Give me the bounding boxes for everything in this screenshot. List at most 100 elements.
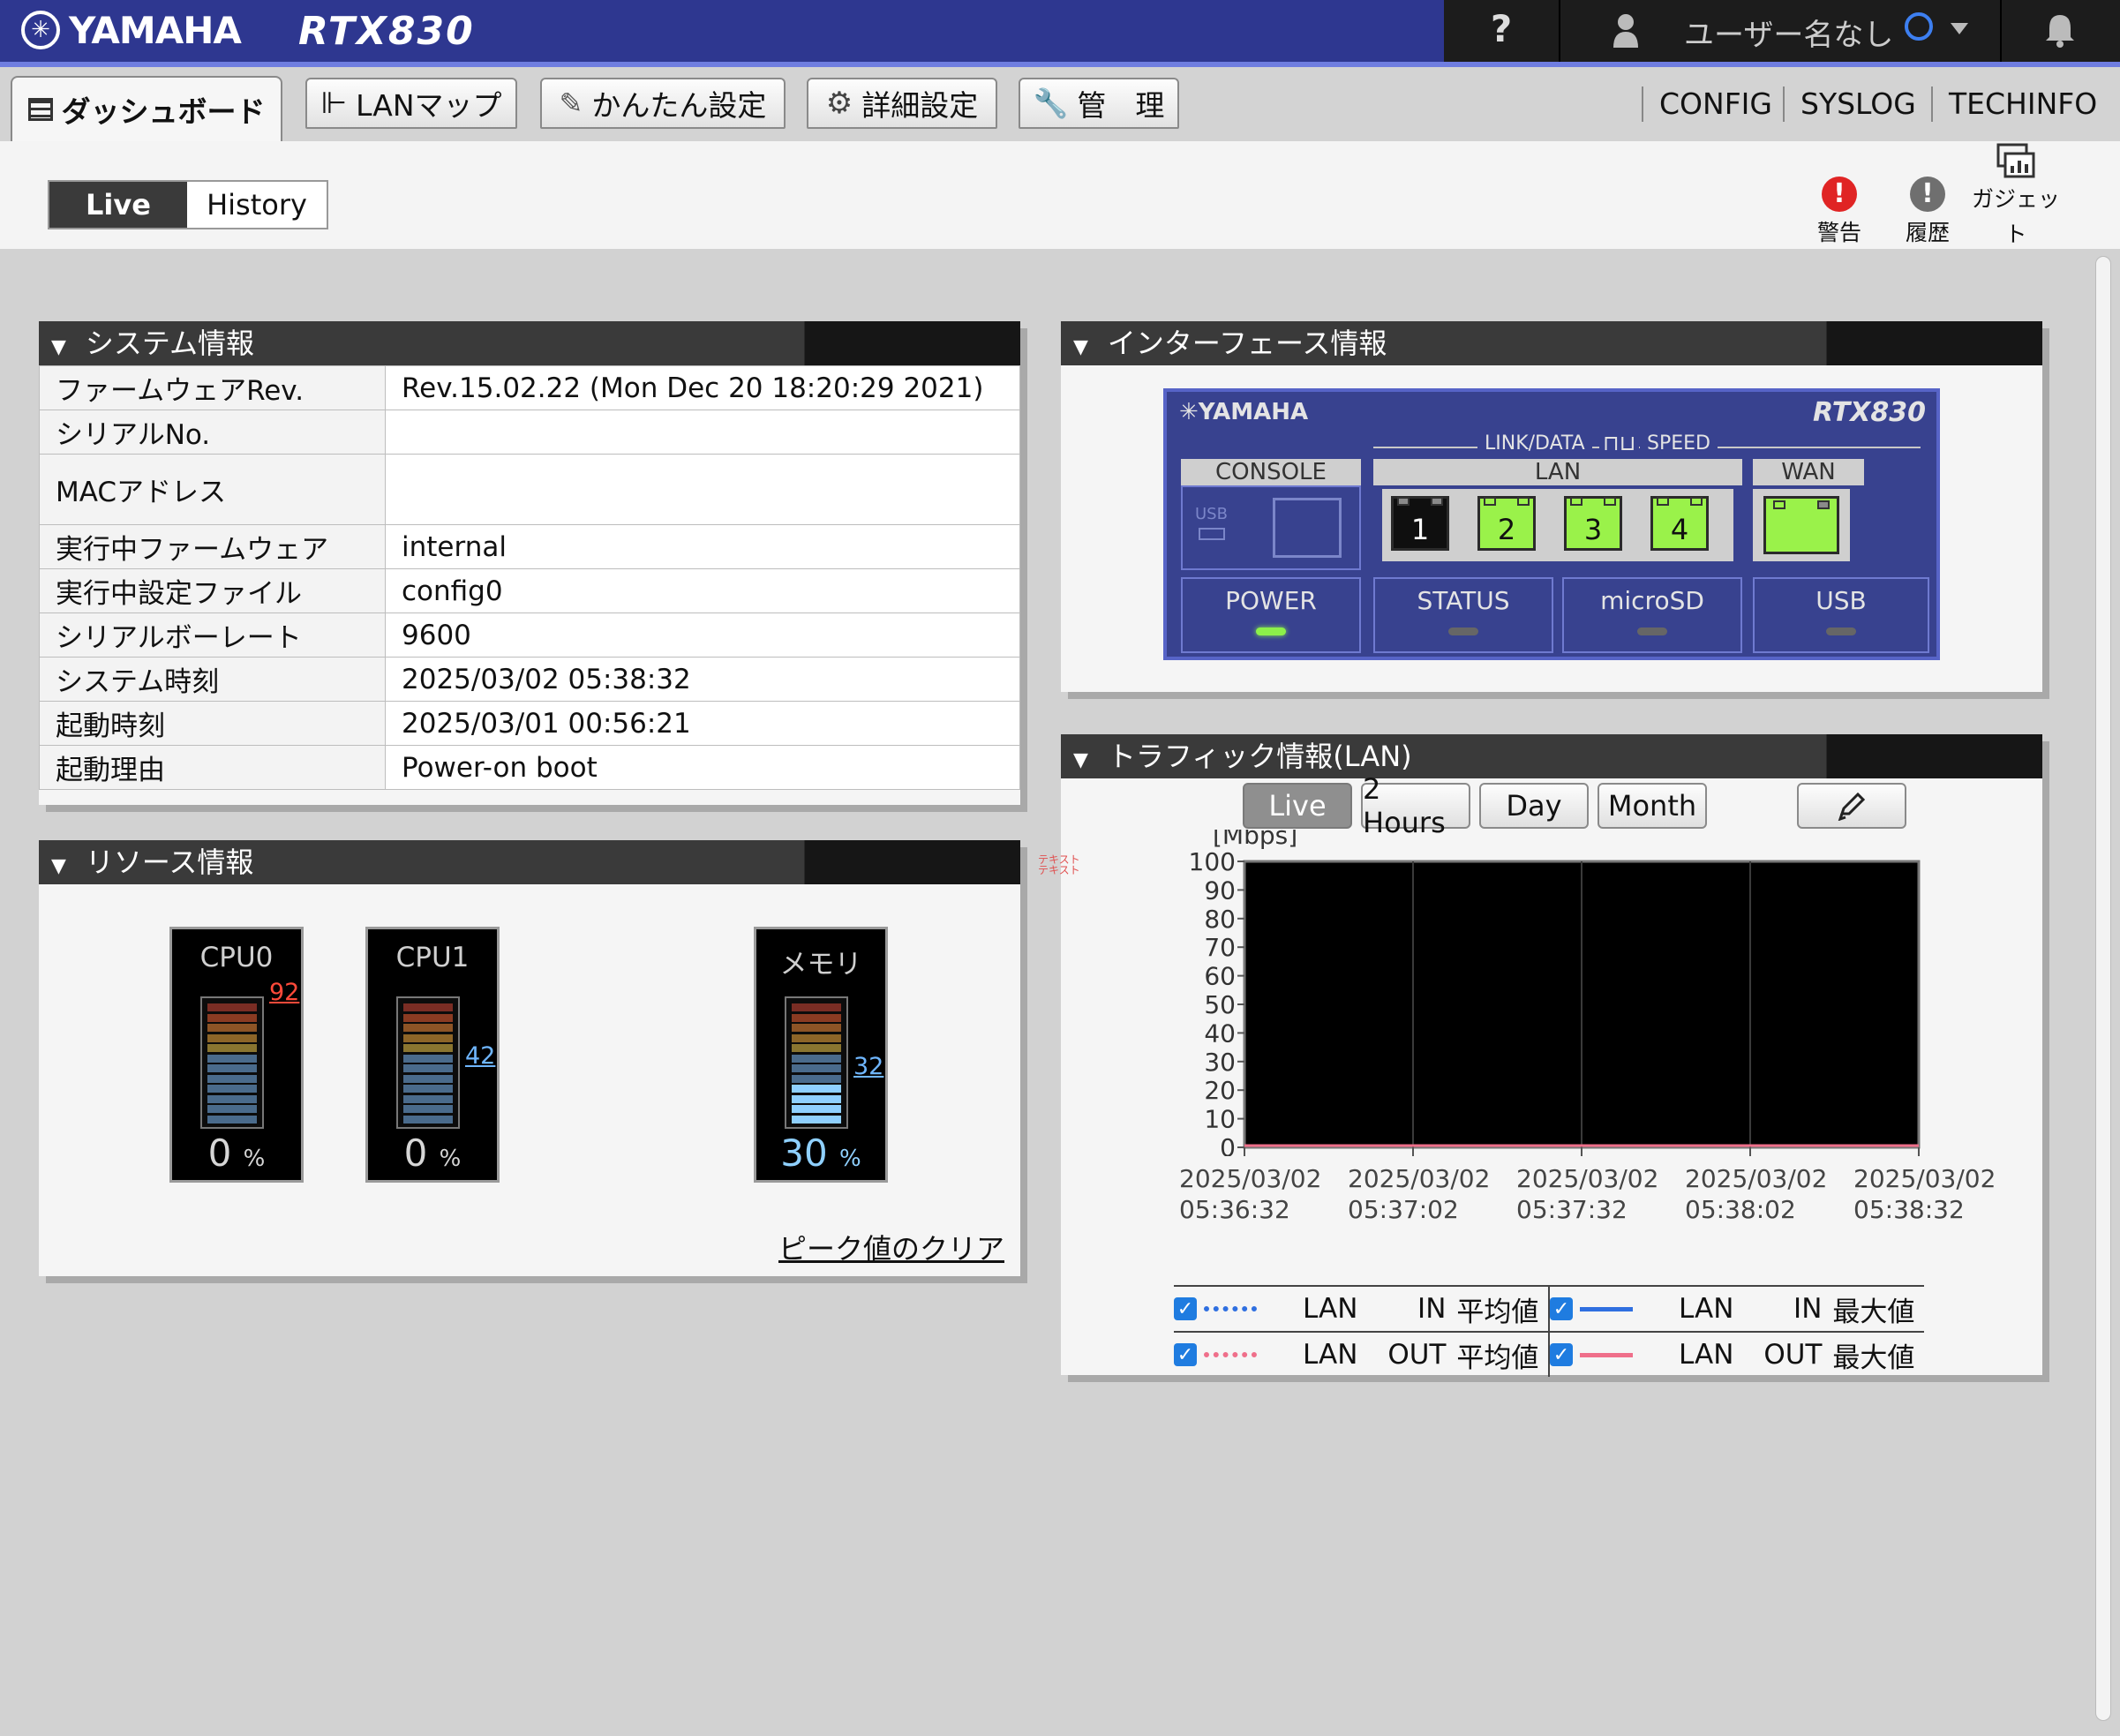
device-brand: ✳YAMAHA [1179, 399, 1309, 425]
speed-label: SPEED [1640, 432, 1718, 455]
warning-button[interactable]: ! 警告 [1815, 177, 1864, 247]
edit-chart-button[interactable] [1797, 783, 1906, 829]
usb-small-label: USB [1195, 505, 1228, 523]
lan-port-2[interactable]: 2 [1477, 496, 1536, 551]
tab-lan-map[interactable]: ⊩ LANマップ [305, 78, 517, 129]
history-log-button[interactable]: ! 履歴 [1903, 177, 1952, 247]
led-lamp [1637, 628, 1667, 635]
gauge-value: 30 % [780, 1131, 861, 1175]
led-usb: USB [1753, 577, 1929, 653]
history-label: 履歴 [1905, 220, 1950, 245]
gauge-segment [792, 1024, 841, 1032]
gauge-peak-marker: 92 [269, 979, 300, 1006]
table-row: シリアルボーレート 9600 [39, 612, 1020, 658]
brand-name: YAMAHA [69, 8, 242, 52]
gauge-segment [207, 1003, 257, 1011]
usb-port-icon [1199, 528, 1225, 540]
y-tick-label: 50 [1204, 990, 1236, 1019]
range-live-button[interactable]: Live [1243, 783, 1352, 829]
techinfo-link[interactable]: TECHINFO [1931, 86, 2097, 122]
range-2hours-button[interactable]: 2 Hours [1361, 772, 1470, 839]
warning-icon: ! [1822, 177, 1857, 212]
tab-advanced-settings[interactable]: ⚙ 詳細設定 [807, 78, 997, 129]
legend-item[interactable]: ✓ LAN OUT 平均値 [1174, 1331, 1548, 1377]
legend-interface: LAN [1303, 1339, 1358, 1371]
table-row: シリアルNo. [39, 410, 1020, 455]
scrollbar-thumb[interactable] [2095, 256, 2111, 1721]
gauge-segment [792, 1094, 841, 1103]
gauge-segment [792, 1013, 841, 1022]
row-value: Rev.15.02.22 (Mon Dec 20 18:20:29 2021) [385, 365, 1020, 410]
live-view-button[interactable]: Live [49, 182, 187, 228]
tab-management[interactable]: 🔧 管 理 [1019, 78, 1179, 129]
tab-easy-setup[interactable]: ✎ かんたん設定 [540, 78, 786, 129]
resource-info-header[interactable]: ▼ リソース情報 [39, 840, 1020, 884]
gauge-segment [792, 1054, 841, 1063]
syslog-link[interactable]: SYSLOG [1783, 86, 1916, 122]
range-month-button[interactable]: Month [1598, 783, 1707, 829]
legend-item[interactable]: ✓ LAN OUT 最大値 [1548, 1331, 1924, 1377]
legend-item[interactable]: ✓ LAN IN 最大値 [1548, 1285, 1924, 1331]
panel-title: インターフェース情報 [1107, 327, 1387, 360]
legend-stat: 最大値 [1832, 1341, 1915, 1374]
resource-info-panel: ▼ リソース情報 CPU0 92 0 % CPU1 42 0 % メモリ 32 30 % ピーク値… [39, 840, 1020, 1276]
tab-dashboard[interactable]: ダッシュボード [11, 76, 282, 141]
system-info-header[interactable]: ▼ システム情報 [39, 321, 1020, 365]
port-number: 2 [1497, 513, 1516, 546]
gauge-segment [207, 1074, 257, 1083]
chevron-down-icon[interactable] [1951, 23, 1968, 34]
port-led [1690, 497, 1703, 506]
gauge-segment [403, 1085, 453, 1093]
collapse-triangle-icon: ▼ [51, 855, 66, 877]
gauge-segment [207, 1033, 257, 1042]
interface-info-panel: ▼ インターフェース情報 ✳YAMAHA RTX830 LINK/DATA ⊓⊔ … [1061, 321, 2042, 692]
gauge-segment [403, 1003, 453, 1011]
port-led [1484, 497, 1496, 506]
gauge-segment [792, 1074, 841, 1083]
model-name: RTX830 [298, 9, 475, 54]
config-link[interactable]: CONFIG [1642, 86, 1772, 122]
y-tick-label: 30 [1204, 1048, 1236, 1077]
range-day-button[interactable]: Day [1479, 783, 1589, 829]
gauge-value: 0 % [403, 1131, 462, 1175]
clear-peak-link[interactable]: ピーク値のクリア [778, 1227, 1004, 1267]
dashboard-subheader: Live History ! 警告 ! 履歴 ガジェッ ト [0, 141, 2120, 249]
legend-checkbox[interactable]: ✓ [1174, 1297, 1197, 1320]
table-row: システム時刻 2025/03/02 05:38:32 [39, 657, 1020, 702]
legend-swatch [1580, 1306, 1633, 1311]
lan-port-1[interactable]: 1 [1391, 496, 1449, 551]
legend-checkbox[interactable]: ✓ [1550, 1343, 1573, 1366]
panel-title: システム情報 [85, 327, 254, 360]
wan-port[interactable] [1763, 496, 1839, 554]
lan-port-3[interactable]: 3 [1564, 496, 1622, 551]
legend-item[interactable]: ✓ LAN IN 平均値 [1174, 1285, 1548, 1331]
lan-port-4[interactable]: 4 [1650, 496, 1709, 551]
user-menu[interactable]: ユーザー名なし [1585, 0, 2000, 62]
table-row: 起動理由 Power-on boot [39, 745, 1020, 790]
tab-label: LANマップ [356, 88, 502, 123]
legend-checkbox[interactable]: ✓ [1174, 1343, 1197, 1366]
gadget-button[interactable]: ガジェッ ト [1965, 143, 2067, 247]
tiny-note-text: テキスト テキスト [1038, 853, 1080, 876]
panel-title: トラフィック情報(LAN) [1107, 740, 1412, 773]
history-view-button[interactable]: History [187, 182, 327, 228]
gauge-1: CPU1 42 0 % [365, 927, 500, 1183]
gauge-label: メモリ [779, 949, 862, 981]
user-name: ユーザー名なし [1684, 18, 1894, 53]
gadget-icon [1996, 143, 2035, 178]
history-alert-icon: ! [1910, 177, 1945, 212]
gauge-bar [396, 996, 460, 1129]
traffic-info-header[interactable]: ▼ トラフィック情報(LAN) [1061, 734, 2042, 778]
pencil-icon [1838, 792, 1866, 821]
gauge-peak-marker: 42 [465, 1042, 496, 1070]
help-button[interactable]: ? [1479, 7, 1523, 55]
gauge-segment [403, 1105, 453, 1113]
bell-icon[interactable] [2044, 12, 2076, 48]
led-label: microSD [1600, 586, 1704, 615]
legend-checkbox[interactable]: ✓ [1550, 1297, 1573, 1320]
lan-label: LAN [1373, 459, 1742, 485]
y-tick-label: 10 [1204, 1105, 1236, 1134]
tab-label: 詳細設定 [861, 88, 979, 123]
legend-stat: 平均値 [1456, 1341, 1539, 1374]
interface-info-header[interactable]: ▼ インターフェース情報 [1061, 321, 2042, 365]
